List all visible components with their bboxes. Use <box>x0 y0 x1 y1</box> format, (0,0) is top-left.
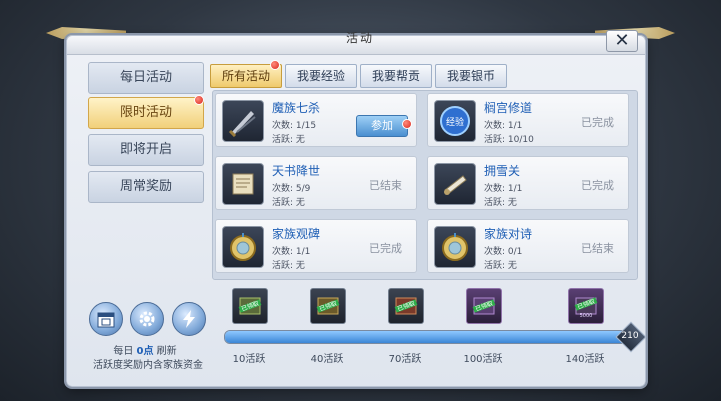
window-title: 活动 <box>345 31 374 45</box>
milestone-label: 40活跃 <box>310 354 344 365</box>
status-label: 已结束 <box>581 242 614 255</box>
join-button[interactable]: 参加 <box>356 115 408 137</box>
activity-card[interactable]: 魔族七杀 次数: 1/15 活跃: 无 参加 <box>215 93 417 147</box>
tab-guild-contribution[interactable]: 我要帮贡 <box>360 64 432 88</box>
activity-card[interactable]: 家族观碑 次数: 1/1 活跃: 无 已完成 <box>215 219 417 273</box>
status-label: 已结束 <box>369 179 402 192</box>
menu-weekly-rewards[interactable]: 周常奖励 <box>88 171 204 203</box>
status-label: 已完成 <box>581 116 614 129</box>
activity-card[interactable]: 经验 榈宫修道 次数: 1/1 活跃: 10/10 已完成 <box>427 93 629 147</box>
refresh-info: 每日 0点 刷新 <box>90 342 200 357</box>
activity-points: 活跃: 无 <box>272 135 305 145</box>
milestone-label: 70活跃 <box>388 354 422 365</box>
chest-amount: 5000 <box>580 313 593 319</box>
reward-chest[interactable]: 已领取 5000 <box>568 288 604 324</box>
boost-button[interactable] <box>172 302 206 336</box>
milestone-label: 140活跃 <box>565 354 605 365</box>
close-button[interactable]: ✕ <box>606 30 638 52</box>
status-label: 已完成 <box>369 242 402 255</box>
tab-silver[interactable]: 我要银币 <box>435 64 507 88</box>
activity-name: 榈宫修道 <box>484 101 533 115</box>
activity-name: 家族观碑 <box>272 227 321 241</box>
activity-card[interactable]: 拥雪关 次数: 1/1 活跃: 无 已完成 <box>427 156 629 210</box>
milestone-label: 10活跃 <box>232 354 266 365</box>
progress-value: 210 <box>621 331 639 341</box>
activity-count: 次数: 1/15 <box>272 121 317 131</box>
reward-chest[interactable]: 已领取 <box>232 288 268 324</box>
calendar-button[interactable] <box>89 302 123 336</box>
exp-orb-icon: 经验 <box>434 100 476 142</box>
notification-dot <box>402 119 412 129</box>
jade-token-icon <box>222 226 264 268</box>
activity-points: 活跃: 无 <box>272 261 305 271</box>
reward-note: 活跃度奖励内含家族资金 <box>93 360 203 371</box>
progress-fill <box>225 331 629 343</box>
menu-daily-activities[interactable]: 每日活动 <box>88 62 204 94</box>
activity-points: 活跃: 无 <box>484 198 517 208</box>
tab-exp[interactable]: 我要经验 <box>285 64 357 88</box>
calendar-icon <box>97 312 115 328</box>
activity-count: 次数: 1/1 <box>484 184 523 194</box>
activity-name: 魔族七杀 <box>272 101 321 115</box>
notification-dot <box>194 95 204 105</box>
activity-count: 次数: 1/1 <box>272 247 311 257</box>
gear-icon <box>139 311 155 327</box>
scroll-icon <box>222 163 264 205</box>
sword-icon <box>222 100 264 142</box>
lightning-icon <box>183 310 195 328</box>
reward-chest[interactable]: 已领取 <box>466 288 502 324</box>
activity-count: 次数: 5/9 <box>272 184 311 194</box>
activity-name: 天书降世 <box>272 164 321 178</box>
notification-dot <box>270 60 280 70</box>
exp-orb-label: 经验 <box>446 116 464 128</box>
activity-card[interactable]: 天书降世 次数: 5/9 活跃: 无 已结束 <box>215 156 417 210</box>
activity-card[interactable]: 家族对诗 次数: 0/1 活跃: 无 已结束 <box>427 219 629 273</box>
reward-chest[interactable]: 已领取 <box>388 288 424 324</box>
jade-token-icon <box>434 226 476 268</box>
activity-count: 次数: 1/1 <box>484 121 523 131</box>
menu-limited-activities[interactable]: 限时活动 <box>88 97 204 129</box>
reward-chest[interactable]: 已领取 <box>310 288 346 324</box>
activity-points: 活跃: 无 <box>272 198 305 208</box>
milestone-label: 100活跃 <box>463 354 503 365</box>
activity-name: 家族对诗 <box>484 227 533 241</box>
activity-progress-bar <box>224 330 630 344</box>
settings-button[interactable] <box>130 302 164 336</box>
activity-points: 活跃: 无 <box>484 261 517 271</box>
activity-name: 拥雪关 <box>484 164 521 178</box>
menu-coming-soon[interactable]: 即将开启 <box>88 134 204 166</box>
activity-points: 活跃: 10/10 <box>484 135 534 145</box>
scroll-icon <box>434 163 476 205</box>
activity-count: 次数: 0/1 <box>484 247 523 257</box>
status-label: 已完成 <box>581 179 614 192</box>
